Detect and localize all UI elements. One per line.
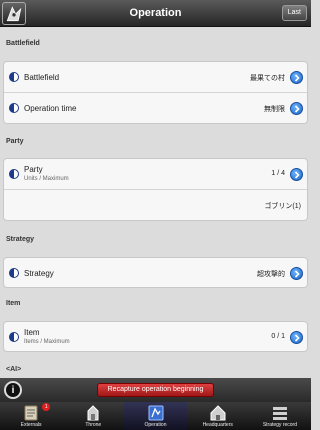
item-row[interactable]: Item Items / Maximum 0 / 1: [4, 322, 307, 353]
app-logo-icon[interactable]: [2, 2, 26, 25]
operation-time-value: 無制限: [264, 106, 285, 113]
party-sublabel: Units / Maximum: [24, 176, 69, 182]
map-icon: [148, 405, 163, 421]
section-header-strategy: Strategy: [6, 236, 35, 243]
info-icon[interactable]: i: [4, 381, 22, 399]
tab-label: Throne: [85, 422, 102, 428]
battlefield-row[interactable]: Battlefield 最果ての村: [4, 62, 307, 93]
item-card: Item Items / Maximum 0 / 1: [3, 321, 308, 352]
action-bar: i Recapture operation beginning: [0, 378, 311, 402]
tab-throne[interactable]: Throne: [62, 402, 124, 430]
tab-label: Strategy record: [262, 422, 297, 428]
tab-label: Operation: [144, 422, 167, 428]
item-sublabel: Items / Maximum: [24, 339, 70, 345]
battlefield-value: 最果ての村: [250, 75, 285, 82]
strategy-label: Strategy: [24, 269, 54, 278]
tab-label: Headquarters: [202, 422, 233, 428]
chevron-right-icon[interactable]: [290, 71, 303, 84]
party-row[interactable]: Party Units / Maximum 1 / 4: [4, 159, 307, 190]
recapture-operation-button[interactable]: Recapture operation beginning: [96, 383, 215, 397]
last-button[interactable]: Last: [281, 5, 307, 21]
battlefield-card: Battlefield 最果ての村 Operation time 無制限: [3, 61, 308, 124]
page-title: Operation: [129, 7, 182, 19]
half-circle-icon: [9, 169, 19, 179]
section-header-ai: <AI>: [6, 366, 22, 373]
section-header-item: Item: [6, 300, 21, 307]
party-value: 1 / 4: [271, 170, 285, 177]
chevron-right-icon[interactable]: [290, 267, 303, 280]
castle-icon: [210, 405, 226, 421]
party-card: Party Units / Maximum 1 / 4 ゴブリン(1): [3, 158, 308, 221]
party-label: Party: [24, 165, 43, 174]
operation-time-label: Operation time: [24, 104, 77, 113]
list-icon: [272, 407, 287, 420]
battlefield-label: Battlefield: [24, 73, 60, 82]
half-circle-icon: [9, 268, 19, 278]
half-circle-icon: [9, 103, 19, 113]
party-member: ゴブリン(1): [264, 203, 301, 210]
top-bar: Operation Last: [0, 0, 311, 27]
strategy-value: 超攻撃的: [257, 271, 285, 278]
throne-icon: [87, 405, 99, 421]
strategy-row[interactable]: Strategy 超攻撃的: [4, 258, 307, 289]
scroll-icon: [24, 405, 38, 421]
tab-bar: 1 Externals Throne Operation Headquarter…: [0, 402, 311, 430]
chevron-right-icon[interactable]: [290, 102, 303, 115]
tab-operation[interactable]: Operation: [124, 402, 187, 430]
item-value: 0 / 1: [271, 333, 285, 340]
item-label: Item: [24, 328, 40, 337]
half-circle-icon: [9, 72, 19, 82]
strategy-card: Strategy 超攻撃的: [3, 257, 308, 288]
section-header-party: Party: [6, 138, 24, 145]
party-member-row: ゴブリン(1): [4, 190, 307, 221]
tab-label: Externals: [20, 422, 42, 428]
tab-headquarters[interactable]: Headquarters: [187, 402, 249, 430]
tab-externals[interactable]: 1 Externals: [0, 402, 62, 430]
section-header-battlefield: Battlefield: [6, 40, 40, 47]
tab-strategy-record[interactable]: Strategy record: [249, 402, 311, 430]
operation-settings: Battlefield Battlefield 最果ての村 Operation …: [0, 28, 311, 378]
notification-badge: 1: [42, 403, 51, 411]
operation-time-row[interactable]: Operation time 無制限: [4, 93, 307, 124]
chevron-right-icon[interactable]: [290, 331, 303, 344]
half-circle-icon: [9, 332, 19, 342]
chevron-right-icon[interactable]: [290, 168, 303, 181]
